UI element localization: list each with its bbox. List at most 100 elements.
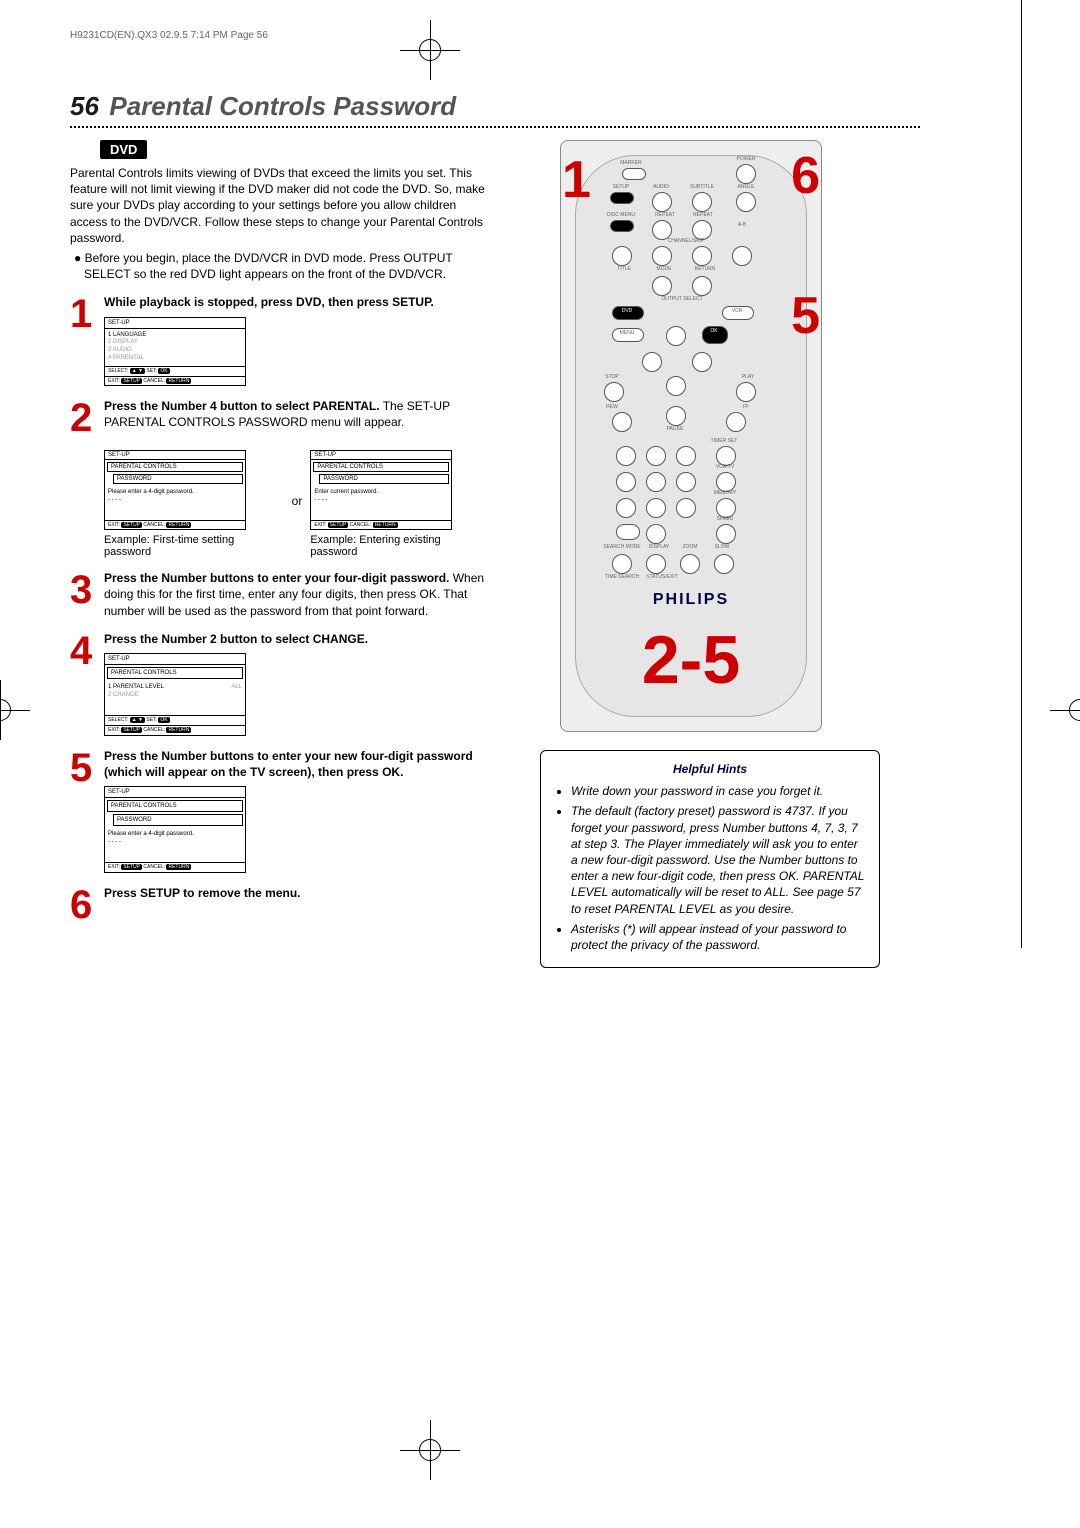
remote-label: TIME SEARCH [600,574,644,580]
screen-title: SET-UP [105,654,245,665]
remote-label: MEMORY [708,490,742,496]
screen-subtitle: PASSWORD [319,474,449,484]
remote-label: AUDIO [646,184,676,190]
power-button[interactable] [736,164,756,184]
step-2-bold: Press the Number 4 button to select PARE… [104,399,380,413]
screen-subtitle: PARENTAL CONTROLS [313,462,449,472]
marker-button[interactable] [622,168,646,180]
screen-title: SET-UP [105,787,245,798]
remote-label: MENU [616,330,638,336]
manual-page: H9231CD(EN).QX3 02.9.5 7:14 PM Page 56 5… [0,0,1080,998]
hint-item: The default (factory preset) password is… [571,803,865,916]
vcrtv-button[interactable] [716,472,736,492]
step-5-bold: Press the Number buttons to enter your n… [104,749,473,779]
footer-label: CANCEL: [143,522,165,528]
audio-button[interactable] [652,192,672,212]
rew-button[interactable] [612,412,632,432]
footer-label: EXIT: [108,378,120,384]
ch-up-button[interactable] [692,246,712,266]
footer-key: RETURN [166,864,191,870]
dotted-rule [70,126,920,128]
remote-label: DISC MENU [602,212,640,218]
remote-label: SUBTITLE [686,184,718,190]
remote-label: CHANNEL/SKIP [656,238,716,244]
pause-button[interactable] [666,406,686,426]
remote-label: MODE [652,266,676,272]
right-button[interactable] [692,352,712,372]
mode-button[interactable] [652,276,672,296]
skip-back-button[interactable] [612,246,632,266]
slow-button[interactable] [714,554,734,574]
return-button[interactable] [692,276,712,296]
footer-label: CANCEL: [350,522,372,528]
footer-label: CANCEL: [143,727,165,733]
step-1: 1 While playback is stopped, press DVD, … [70,294,490,386]
num-7-button[interactable] [616,498,636,518]
step-number: 5 [70,748,104,788]
helpful-hints-box: Helpful Hints Write down your password i… [540,750,880,968]
intro-paragraph: Parental Controls limits viewing of DVDs… [70,165,490,246]
plus10-button[interactable] [616,524,640,540]
footer-label: EXIT: [108,522,120,528]
num-1-button[interactable] [616,446,636,466]
num-2-button[interactable] [646,446,666,466]
timer-button[interactable] [716,446,736,466]
num-5-button[interactable] [646,472,666,492]
footer-label: CANCEL: [143,378,165,384]
num-0-button[interactable] [646,524,666,544]
menu-item: 3 AUDIO [108,347,242,355]
menu-item: 1 PARENTAL LEVEL [108,684,164,692]
zoom-button[interactable] [680,554,700,574]
subtitle-button[interactable] [692,192,712,212]
footer-key: OK [158,717,169,723]
num-4-button[interactable] [616,472,636,492]
remote-label: SPEED [710,516,740,522]
step-number: 3 [70,570,104,610]
step-number: 1 [70,294,104,334]
remote-label: REPEAT [650,212,680,218]
up-button[interactable] [666,326,686,346]
disc-menu-button[interactable] [610,220,634,232]
display-button[interactable] [646,554,666,574]
remote-label: VCR/TV [710,464,740,470]
repeat-button[interactable] [652,220,672,240]
repeat-ab-button[interactable] [692,220,712,240]
footer-key: RETURN [166,378,191,384]
step-3-bold: Press the Number buttons to enter your f… [104,571,449,585]
setup-screen-main: SET-UP 1 LANGUAGE 2 DISPLAY 3 AUDIO 4 PA… [104,317,246,387]
stop-button[interactable] [604,382,624,402]
step-1-text: While playback is stopped, press DVD, th… [104,295,434,309]
remote-label: REW [602,404,622,410]
step-6: 6 Press SETUP to remove the menu. [70,885,490,925]
footer-key: SETUP [121,727,142,733]
angle-button[interactable] [736,192,756,212]
remote-label: OK [706,328,722,334]
ch-down-button[interactable] [652,246,672,266]
speed-button[interactable] [716,524,736,544]
num-9-button[interactable] [676,498,696,518]
skip-fwd-button[interactable] [732,246,752,266]
footer-key: SETUP [121,864,142,870]
num-3-button[interactable] [676,446,696,466]
num-6-button[interactable] [676,472,696,492]
remote-label: FF [738,404,754,410]
page-edge-line [1021,0,1022,948]
footer-key: OK [158,368,169,374]
ff-button[interactable] [726,412,746,432]
footer-key: RETURN [166,727,191,733]
register-mark-bottom [400,1420,460,1480]
down-button[interactable] [666,376,686,396]
num-8-button[interactable] [646,498,666,518]
prompt-text: Please enter a 4-digit password. [108,489,242,497]
screen-subtitle: PARENTAL CONTROLS [107,462,243,472]
remote-label: PAUSE [660,426,690,432]
footer-label: SELECT: [108,717,128,723]
step-number: 6 [70,885,104,925]
memory-button[interactable] [716,498,736,518]
remote-label: RETURN [690,266,720,272]
play-button[interactable] [736,382,756,402]
search-button[interactable] [612,554,632,574]
remote-label: STOP [600,374,624,380]
setup-button[interactable] [610,192,634,204]
left-button[interactable] [642,352,662,372]
